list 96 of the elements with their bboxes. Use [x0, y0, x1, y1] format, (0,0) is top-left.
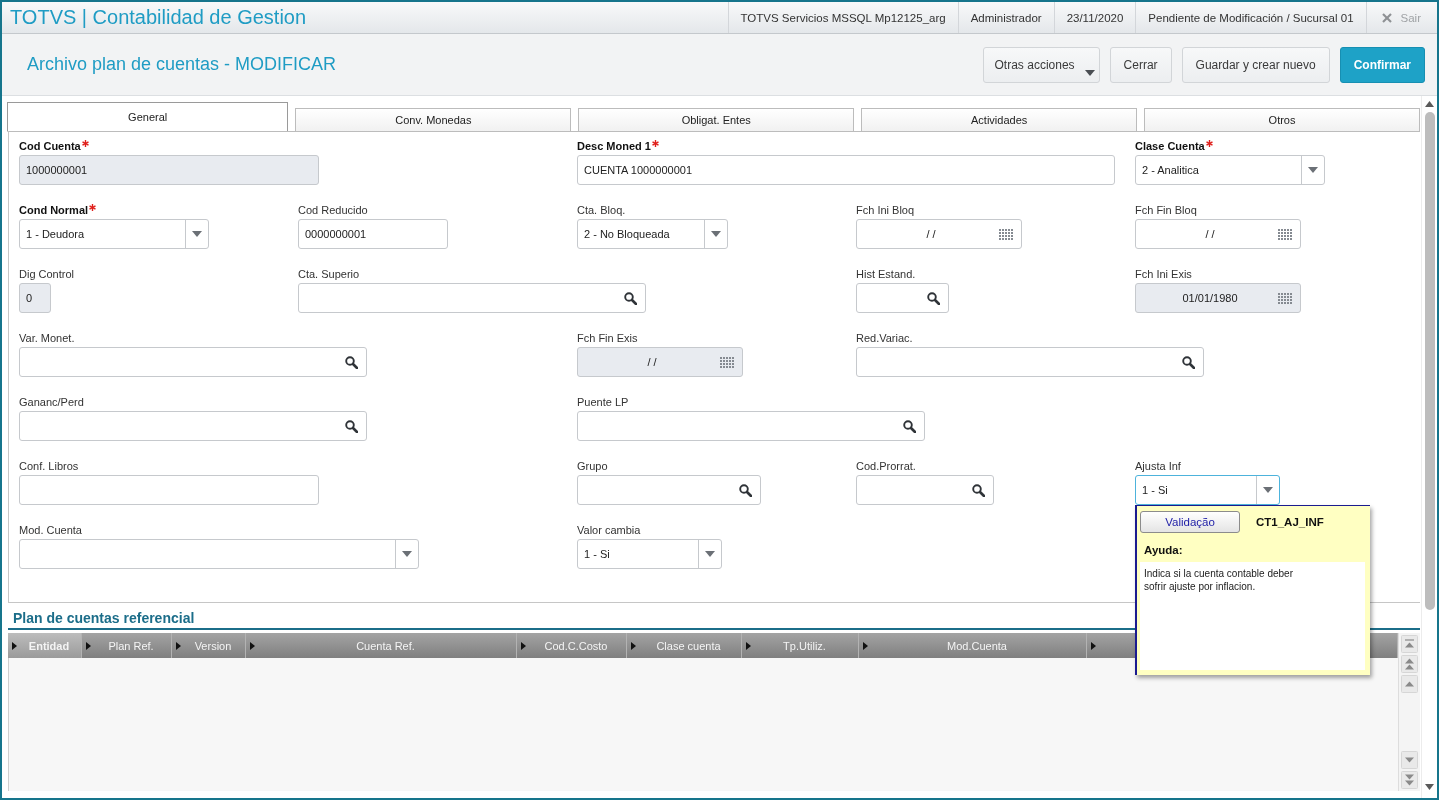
help-heading: Ayuda: — [1144, 544, 1183, 556]
date-field[interactable]: / / — [1135, 219, 1301, 249]
header-info: Administrador — [957, 2, 1054, 33]
field-label: Ajusta Inf — [1135, 459, 1181, 473]
dropdown[interactable] — [19, 539, 419, 569]
date-field[interactable]: / / — [856, 219, 1022, 249]
field-label: Cta. Superio — [298, 267, 360, 281]
tab[interactable]: General — [7, 102, 289, 132]
dropdown[interactable]: 2 - Analitica — [1135, 155, 1325, 185]
field-label: Cond Normal — [19, 203, 89, 217]
field-label: Fch Ini Bloq — [856, 203, 915, 217]
field-label: Desc Moned 1 — [577, 139, 651, 153]
caret-right-icon — [863, 641, 868, 650]
field-label: Clase Cuenta — [1135, 139, 1205, 153]
search-field[interactable] — [577, 475, 761, 505]
header-info: TOTVS Servicios MSSQL Mp12125_arg — [727, 2, 958, 33]
caret-right-icon — [176, 641, 181, 650]
search-icon[interactable] — [739, 483, 752, 497]
menu-button[interactable]: Otras acciones — [982, 46, 1100, 83]
field-label: Valor cambia — [577, 523, 641, 537]
search-icon[interactable] — [972, 483, 985, 497]
caret-right-icon — [631, 641, 636, 650]
double-caret-up-icon[interactable] — [1401, 655, 1418, 673]
dropdown[interactable]: 1 - Si — [1135, 475, 1280, 505]
field-label: Hist Estand. — [856, 267, 916, 281]
field-label: Fch Fin Bloq — [1135, 203, 1197, 217]
text-field[interactable] — [19, 475, 319, 505]
field-label: Fch Fin Exis — [577, 331, 638, 345]
field-label: Puente LP — [577, 395, 629, 409]
field-label: Cta. Bloq. — [577, 203, 626, 217]
field-label: Cod Reducido — [298, 203, 368, 217]
search-icon[interactable] — [345, 419, 358, 433]
field-label: Fch Ini Exis — [1135, 267, 1192, 281]
header-info: Pendiente de Modificación / Sucursal 01 — [1135, 2, 1366, 33]
caret-right-icon — [12, 641, 17, 650]
tab[interactable]: Obligat. Entes — [578, 108, 855, 132]
caret-down-icon[interactable] — [1401, 751, 1418, 769]
search-field[interactable] — [19, 347, 367, 377]
search-field[interactable] — [298, 283, 646, 313]
caret-right-icon — [521, 641, 526, 650]
field-label: Conf. Libros — [19, 459, 79, 473]
field-label: Var. Monet. — [19, 331, 75, 345]
caret-down-icon — [192, 231, 202, 237]
search-icon[interactable] — [903, 419, 916, 433]
caret-right-icon — [746, 641, 751, 650]
tab[interactable]: Conv. Monedas — [295, 108, 572, 132]
app-title: TOTVS | Contabilidad de Gestion — [9, 5, 307, 30]
caret-down-icon — [1263, 487, 1273, 493]
tab[interactable]: Otros — [1144, 108, 1420, 132]
caret-up-icon[interactable] — [1425, 101, 1434, 107]
close-icon — [1381, 12, 1392, 23]
field-label: Mod. Cuenta — [19, 523, 82, 537]
text-field[interactable]: CUENTA 1000000001 — [577, 155, 1115, 185]
dropdown[interactable]: 1 - Si — [577, 539, 722, 569]
caret-right-icon — [250, 641, 255, 650]
search-field[interactable] — [856, 283, 949, 313]
validation-button[interactable]: Validação — [1140, 511, 1240, 533]
caret-right-icon — [86, 641, 91, 650]
header-info: 23/11/2020 — [1053, 2, 1136, 33]
search-icon[interactable] — [927, 291, 940, 305]
field-label: Gananc/Perd — [19, 395, 84, 409]
field-label: Cod Cuenta — [19, 139, 81, 153]
field-code: CT1_AJ_INF — [1256, 516, 1324, 528]
field-label: Red.Variac. — [856, 331, 913, 345]
caret-down-icon — [705, 551, 715, 557]
caret-right-icon — [1091, 641, 1096, 650]
search-field[interactable] — [856, 475, 994, 505]
scrollbar-thumb[interactable] — [1424, 112, 1435, 610]
tab[interactable]: Actividades — [861, 108, 1138, 132]
caret-up-icon[interactable] — [1401, 675, 1418, 693]
field-label: Dig Control — [19, 267, 75, 281]
toolbar-button[interactable]: Guardar y crear nuevo — [1181, 46, 1330, 83]
field-label: Grupo — [577, 459, 608, 473]
dropdown[interactable]: 2 - No Bloqueada — [577, 219, 728, 249]
search-field[interactable] — [856, 347, 1204, 377]
field-label: Cod.Prorrat. — [856, 459, 916, 473]
toolbar-button[interactable]: Cerrar — [1109, 46, 1172, 83]
search-icon[interactable] — [624, 291, 637, 305]
caret-down-icon — [402, 551, 412, 557]
help-text: Indica si la cuenta contable deber sofrir ajuste por inflacion. — [1140, 562, 1365, 670]
text-field[interactable]: 0000000001 — [298, 219, 448, 249]
caret-down-icon[interactable] — [1425, 784, 1434, 790]
caret-down-icon — [1084, 69, 1095, 76]
search-icon[interactable] — [1182, 355, 1195, 369]
calendar-icon[interactable] — [1278, 228, 1292, 240]
search-field[interactable] — [19, 411, 367, 441]
dropdown[interactable]: 1 - Deudora — [19, 219, 209, 249]
page-title: Archivo plan de cuentas - MODIFICAR — [27, 54, 337, 75]
section-title: Plan de cuentas referencial — [13, 609, 195, 628]
search-icon[interactable] — [345, 355, 358, 369]
calendar-icon[interactable] — [999, 228, 1013, 240]
caret-down-icon — [711, 231, 721, 237]
caret-down-icon — [1308, 167, 1318, 173]
search-field[interactable] — [577, 411, 925, 441]
caret-up-bar-icon[interactable] — [1401, 635, 1418, 653]
double-caret-down-icon[interactable] — [1401, 771, 1418, 789]
